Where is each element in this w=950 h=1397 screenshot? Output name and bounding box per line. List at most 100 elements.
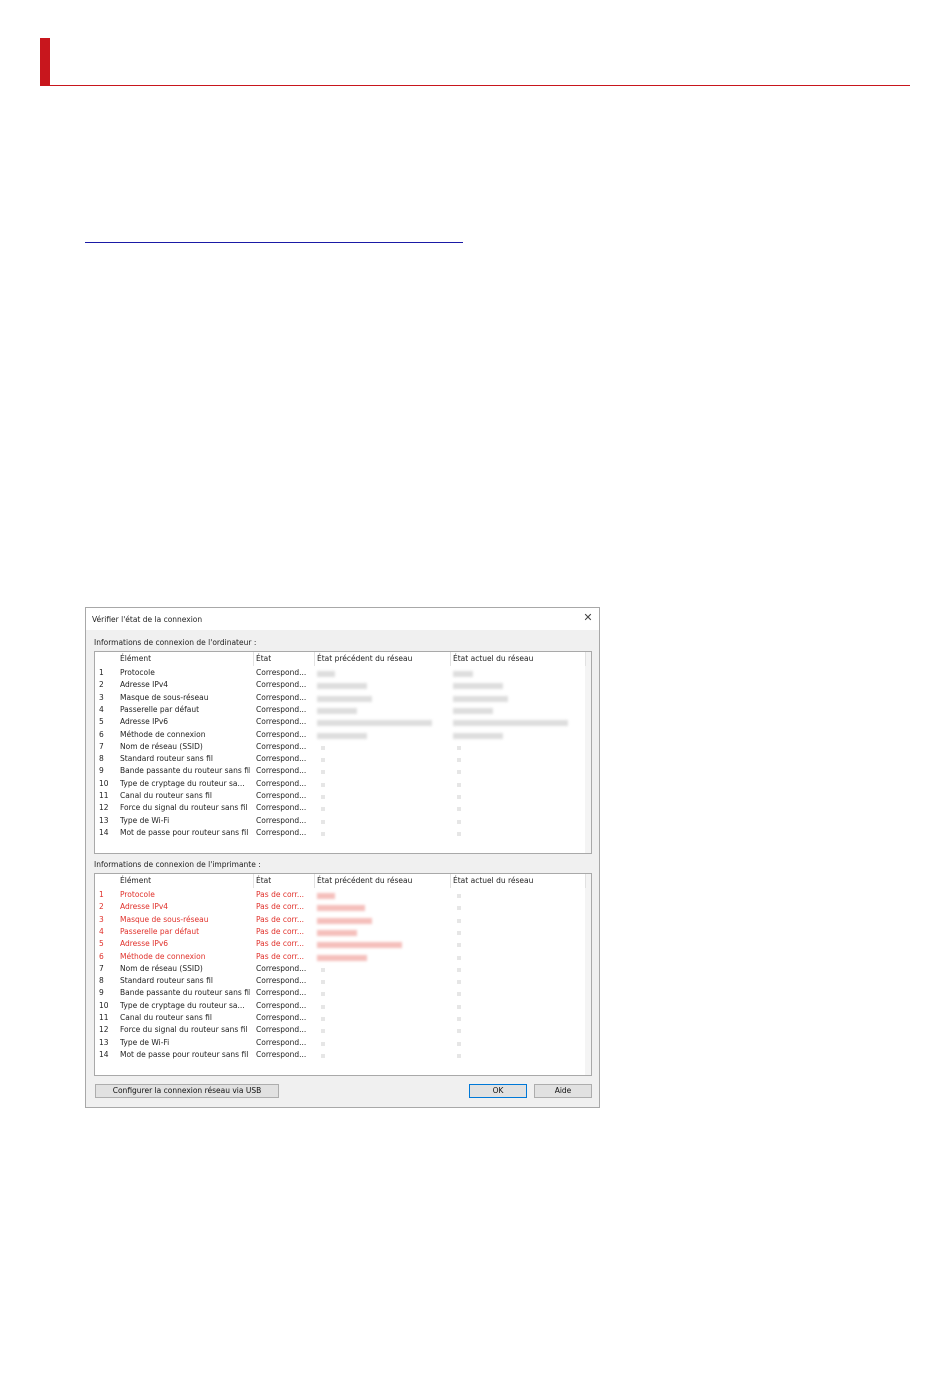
- row-state: Pas de corr...: [256, 926, 305, 936]
- column-separator[interactable]: [585, 652, 586, 666]
- check-connection-dialog: Vérifier l'état de la connexion ✕ Inform…: [85, 607, 600, 1108]
- table-row[interactable]: 14 Mot de passe pour routeur sans fil Corr…: [95, 1050, 591, 1062]
- printer-section-label: Informations de connexion de l'imprimant…: [94, 860, 261, 869]
- table-row[interactable]: 2 Adresse IPv4 Pas de corr...: [95, 902, 591, 914]
- row-item: Mot de passe pour routeur sans fil: [120, 1049, 249, 1059]
- table-row[interactable]: 14 Mot de passe pour routeur sans fil Corr…: [95, 828, 591, 840]
- column-separator[interactable]: [450, 652, 451, 666]
- column-header[interactable]: État précédent du réseau: [317, 654, 412, 663]
- table-row[interactable]: 7 Nom de réseau (SSID) Correspond...: [95, 742, 591, 754]
- row-item: Protocole: [120, 890, 155, 899]
- table-row[interactable]: 5 Adresse IPv6 Pas de corr...: [95, 939, 591, 951]
- empty-value: [457, 770, 461, 775]
- column-separator[interactable]: [253, 874, 254, 888]
- row-number: 4: [99, 926, 104, 936]
- column-header[interactable]: État: [256, 876, 271, 885]
- table-row[interactable]: 6 Méthode de connexion Pas de corr...: [95, 952, 591, 964]
- table-row[interactable]: 11 Canal du routeur sans fil Correspond...: [95, 791, 591, 803]
- table-row[interactable]: 8 Standard routeur sans fil Correspond...: [95, 754, 591, 766]
- empty-value: [457, 918, 461, 923]
- close-icon[interactable]: ✕: [581, 611, 595, 625]
- row-number: 2: [99, 902, 104, 912]
- row-item: Mot de passe pour routeur sans fil: [120, 827, 249, 837]
- table-row[interactable]: 7 Nom de réseau (SSID) Correspond...: [95, 964, 591, 976]
- redacted-value: [317, 720, 432, 727]
- table-row[interactable]: 4 Passerelle par défaut Pas de corr...: [95, 927, 591, 939]
- row-state: Correspond...: [256, 1000, 307, 1010]
- table-row[interactable]: 6 Méthode de connexion Correspond...: [95, 730, 591, 742]
- row-state: Correspond...: [256, 668, 307, 677]
- table-row[interactable]: 10 Type de cryptage du routeur sa... Corre…: [95, 779, 591, 791]
- empty-value: [457, 795, 461, 799]
- row-item: Bande passante du routeur sans fil: [120, 766, 250, 776]
- table-row[interactable]: 9 Bande passante du routeur sans fil Corre…: [95, 988, 591, 1000]
- row-number: 9: [99, 988, 104, 998]
- row-item: Adresse IPv4: [120, 902, 169, 912]
- column-separator[interactable]: [585, 874, 586, 888]
- row-item: Protocole: [120, 668, 155, 677]
- table-row[interactable]: 3 Masque de sous-réseau Correspond...: [95, 693, 591, 705]
- row-number: 14: [99, 1049, 109, 1059]
- column-header[interactable]: État précédent du réseau: [317, 876, 412, 885]
- column-separator[interactable]: [314, 874, 315, 888]
- help-button[interactable]: Aide: [534, 1084, 592, 1098]
- table-row[interactable]: 1 Protocole Pas de corr...: [95, 890, 591, 902]
- column-separator[interactable]: [450, 874, 451, 888]
- printer-info-table[interactable]: Élément État État précédent du réseau État …: [94, 873, 592, 1076]
- row-state: Correspond...: [256, 680, 307, 690]
- table-row[interactable]: 8 Standard routeur sans fil Correspond...: [95, 976, 591, 988]
- table-row[interactable]: 3 Masque de sous-réseau Pas de corr...: [95, 915, 591, 927]
- empty-value: [457, 1004, 461, 1009]
- empty-value: [321, 1041, 325, 1046]
- table-row[interactable]: 13 Type de Wi-Fi Correspond...: [95, 816, 591, 828]
- row-item: Type de Wi-Fi: [120, 1037, 170, 1047]
- column-separator[interactable]: [253, 652, 254, 666]
- row-item: Canal du routeur sans fil: [120, 1013, 212, 1022]
- hyperlink-underline[interactable]: [85, 242, 463, 243]
- table-row[interactable]: 2 Adresse IPv4 Correspond...: [95, 680, 591, 692]
- column-header[interactable]: État: [256, 654, 271, 663]
- computer-info-table[interactable]: Élément État État précédent du réseau État …: [94, 651, 592, 854]
- row-number: 12: [99, 803, 109, 813]
- table-row[interactable]: 10 Type de cryptage du routeur sa... Corre…: [95, 1001, 591, 1013]
- empty-value: [321, 980, 325, 985]
- column-header[interactable]: Élément: [120, 654, 151, 663]
- table-row[interactable]: 13 Type de Wi-Fi Correspond...: [95, 1038, 591, 1050]
- empty-value: [457, 930, 461, 935]
- table-row[interactable]: 4 Passerelle par défaut Correspond...: [95, 705, 591, 717]
- row-state: Correspond...: [256, 778, 307, 788]
- row-state: Correspond...: [256, 704, 307, 714]
- row-number: 5: [99, 717, 104, 727]
- redacted-value: [317, 683, 367, 690]
- column-header[interactable]: État actuel du réseau: [453, 654, 533, 663]
- table-row[interactable]: 1 Protocole Correspond...: [95, 668, 591, 680]
- empty-value: [457, 894, 461, 898]
- row-item: Type de cryptage du routeur sa...: [120, 1000, 245, 1010]
- redacted-value: [317, 671, 335, 677]
- empty-value: [457, 831, 461, 836]
- row-item: Type de cryptage du routeur sa...: [120, 778, 245, 788]
- table-row[interactable]: 11 Canal du routeur sans fil Correspond...: [95, 1013, 591, 1025]
- row-state: Correspond...: [256, 692, 307, 702]
- row-state: Pas de corr...: [256, 951, 305, 961]
- row-item: Canal du routeur sans fil: [120, 791, 212, 800]
- empty-value: [457, 1017, 461, 1021]
- row-state: Correspond...: [256, 729, 307, 739]
- row-number: 7: [99, 741, 104, 751]
- row-state: Correspond...: [256, 741, 307, 751]
- table-row[interactable]: 9 Bande passante du routeur sans fil Corre…: [95, 766, 591, 778]
- table-row[interactable]: 12 Force du signal du routeur sans fil Cor…: [95, 1025, 591, 1037]
- row-item: Passerelle par défaut: [120, 704, 200, 714]
- column-header[interactable]: Élément: [120, 876, 151, 885]
- table-row[interactable]: 12 Force du signal du routeur sans fil Cor…: [95, 803, 591, 815]
- row-state: Correspond...: [256, 1049, 307, 1059]
- column-separator[interactable]: [314, 652, 315, 666]
- column-header[interactable]: État actuel du réseau: [453, 876, 533, 885]
- table-row[interactable]: 5 Adresse IPv6 Correspond...: [95, 717, 591, 729]
- row-number: 8: [99, 754, 104, 764]
- usb-setup-button[interactable]: Configurer la connexion réseau via USB: [95, 1084, 279, 1098]
- row-item: Force du signal du routeur sans fil: [120, 803, 248, 813]
- ok-button[interactable]: OK: [469, 1084, 527, 1098]
- dialog-titlebar: Vérifier l'état de la connexion ✕: [86, 608, 599, 630]
- row-number: 14: [99, 827, 109, 837]
